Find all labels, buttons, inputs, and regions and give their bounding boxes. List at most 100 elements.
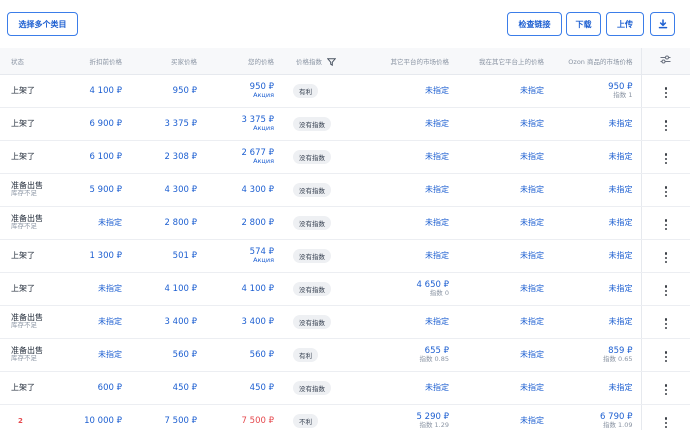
more-vertical-icon[interactable] (664, 384, 667, 396)
more-vertical-icon[interactable] (664, 219, 667, 231)
more-vertical-icon[interactable] (664, 87, 667, 99)
my-other-market-price[interactable]: 未指定 (520, 383, 544, 392)
ozon-market-price[interactable]: 未指定 (609, 284, 633, 293)
col-your-price[interactable]: 您的价格 (205, 48, 282, 75)
other-market-index: 指数 1.29 (419, 420, 449, 429)
col-discount-price[interactable]: 折扣前价格 (75, 48, 130, 75)
other-market-price[interactable]: 未指定 (425, 251, 449, 260)
other-market-price[interactable]: 未指定 (425, 317, 449, 326)
your-price[interactable]: 3 400 ₽ (242, 317, 274, 327)
table-row[interactable]: 上架了 1 300 ₽ 501 ₽ 574 ₽ Акция 没有指数 未指定 未指定 未指定 (0, 239, 690, 273)
discount-price[interactable]: 未指定 (98, 218, 122, 227)
col-ozon-market[interactable]: Ozon 商品的市场价格 (552, 48, 641, 75)
ozon-market-price[interactable]: 未指定 (609, 119, 633, 128)
more-vertical-icon[interactable] (664, 120, 667, 132)
sale-price[interactable]: 3 400 ₽ (165, 317, 197, 327)
sale-price[interactable]: 4 100 ₽ (165, 284, 197, 294)
table-row[interactable]: 上架了 600 ₽ 450 ₽ 450 ₽ 没有指数 未指定 未指定 未指定 (0, 371, 690, 405)
other-market-price[interactable]: 未指定 (425, 152, 449, 161)
discount-price[interactable]: 6 900 ₽ (90, 119, 122, 129)
your-price[interactable]: 450 ₽ (250, 383, 274, 393)
discount-price-cell: 6 100 ₽ (75, 140, 130, 174)
your-price[interactable]: 7 500 ₽ (242, 416, 274, 426)
sale-price[interactable]: 2 308 ₽ (165, 152, 197, 162)
my-other-market-price[interactable]: 未指定 (520, 185, 544, 194)
my-other-market-price[interactable]: 未指定 (520, 86, 544, 95)
column-settings-button[interactable] (640, 48, 690, 75)
ozon-market-price[interactable]: 未指定 (609, 383, 633, 392)
table-row[interactable]: 准备出售 库存不足 未指定 2 800 ₽ 2 800 ₽ 没有指数 未指定 未指定 未指定 (0, 206, 690, 240)
sale-price[interactable]: 3 375 ₽ (165, 119, 197, 129)
discount-price[interactable]: 6 100 ₽ (90, 152, 122, 162)
row-menu-cell (640, 305, 690, 339)
your-price[interactable]: 4 100 ₽ (242, 284, 274, 294)
price-index-cell: 没有指数 (282, 239, 357, 273)
discount-price[interactable]: 未指定 (98, 350, 122, 359)
other-market-price[interactable]: 未指定 (425, 383, 449, 392)
col-sale-price[interactable]: 买家价格 (130, 48, 205, 75)
col-price-index[interactable]: 价格指数 (282, 48, 357, 75)
more-vertical-icon[interactable] (664, 153, 667, 165)
discount-price[interactable]: 5 900 ₽ (90, 185, 122, 195)
ozon-market-price[interactable]: 未指定 (609, 218, 633, 227)
discount-price[interactable]: 4 100 ₽ (90, 86, 122, 96)
select-categories-button[interactable]: 选择多个类目 (7, 12, 78, 36)
sale-price[interactable]: 450 ₽ (173, 383, 197, 393)
my-other-market-price[interactable]: 未指定 (520, 251, 544, 260)
sale-price[interactable]: 2 800 ₽ (165, 218, 197, 228)
other-market-price[interactable]: 未指定 (425, 86, 449, 95)
my-other-market-price[interactable]: 未指定 (520, 350, 544, 359)
export-button[interactable] (650, 12, 675, 36)
discount-price-cell: 1 300 ₽ (75, 239, 130, 273)
download-button[interactable]: 下载 (566, 12, 601, 36)
table-row[interactable]: 上架了 6 100 ₽ 2 308 ₽ 2 677 ₽ Акция 没有指数 未指定 未指定 未… (0, 140, 690, 174)
other-market-price[interactable]: 未指定 (425, 185, 449, 194)
your-price[interactable]: 4 300 ₽ (242, 185, 274, 195)
more-vertical-icon[interactable] (664, 417, 667, 429)
other-market-price[interactable]: 未指定 (425, 218, 449, 227)
discount-price[interactable]: 1 300 ₽ (90, 251, 122, 261)
other-market-price[interactable]: 未指定 (425, 119, 449, 128)
discount-price[interactable]: 未指定 (98, 317, 122, 326)
more-vertical-icon[interactable] (664, 285, 667, 297)
filter-icon[interactable] (327, 58, 337, 66)
discount-price[interactable]: 600 ₽ (98, 383, 122, 393)
promo-label: Акция (253, 123, 274, 132)
sale-price[interactable]: 560 ₽ (173, 350, 197, 360)
my-other-market-price[interactable]: 未指定 (520, 317, 544, 326)
col-status[interactable]: 状态 (0, 48, 75, 75)
sale-price[interactable]: 950 ₽ (173, 86, 197, 96)
table-row[interactable]: 2 10 000 ₽ 7 500 ₽ 7 500 ₽ 不利 5 290 ₽ 指数 1.29 未… (0, 404, 690, 430)
more-vertical-icon[interactable] (664, 351, 667, 363)
ozon-market-price[interactable]: 未指定 (609, 317, 633, 326)
table-row[interactable]: 准备出售 库存不足 未指定 560 ₽ 560 ₽ 有利 655 ₽ 指数 0.85 未指定 85… (0, 338, 690, 372)
more-vertical-icon[interactable] (664, 186, 667, 198)
toolbar: 选择多个类目 检查链接 下载 上传 (0, 0, 690, 48)
check-links-button[interactable]: 检查链接 (507, 12, 562, 36)
my-other-market-price[interactable]: 未指定 (520, 284, 544, 293)
ozon-market-price[interactable]: 未指定 (609, 251, 633, 260)
my-other-market-price[interactable]: 未指定 (520, 152, 544, 161)
your-price[interactable]: 560 ₽ (250, 350, 274, 360)
table-row[interactable]: 上架了 未指定 4 100 ₽ 4 100 ₽ 没有指数 4 650 ₽ 指数 0 未指定 未指… (0, 272, 690, 306)
sale-price[interactable]: 4 300 ₽ (165, 185, 197, 195)
discount-price[interactable]: 10 000 ₽ (84, 416, 122, 426)
sale-price[interactable]: 501 ₽ (173, 251, 197, 261)
my-other-market-price[interactable]: 未指定 (520, 119, 544, 128)
table-row[interactable]: 准备出售 库存不足 未指定 3 400 ₽ 3 400 ₽ 没有指数 未指定 未指定 未指定 (0, 305, 690, 339)
upload-button[interactable]: 上传 (606, 12, 644, 36)
discount-price[interactable]: 未指定 (98, 284, 122, 293)
more-vertical-icon[interactable] (664, 318, 667, 330)
my-other-market-price[interactable]: 未指定 (520, 416, 544, 425)
ozon-market-price[interactable]: 未指定 (609, 152, 633, 161)
your-price[interactable]: 2 800 ₽ (242, 218, 274, 228)
table-row[interactable]: 上架了 4 100 ₽ 950 ₽ 950 ₽ Акция 有利 未指定 未指定 950 ₽ 指数… (0, 74, 690, 108)
my-other-market-price[interactable]: 未指定 (520, 218, 544, 227)
col-my-other-market[interactable]: 我在其它平台上的价格 (457, 48, 552, 75)
col-other-market[interactable]: 其它平台的市场价格 (357, 48, 457, 75)
sale-price[interactable]: 7 500 ₽ (165, 416, 197, 426)
more-vertical-icon[interactable] (664, 252, 667, 264)
table-row[interactable]: 准备出售 库存不足 5 900 ₽ 4 300 ₽ 4 300 ₽ 没有指数 未指定 未指定 未… (0, 173, 690, 207)
ozon-market-price[interactable]: 未指定 (609, 185, 633, 194)
table-row[interactable]: 上架了 6 900 ₽ 3 375 ₽ 3 375 ₽ Акция 没有指数 未指定 未指定 未… (0, 107, 690, 141)
